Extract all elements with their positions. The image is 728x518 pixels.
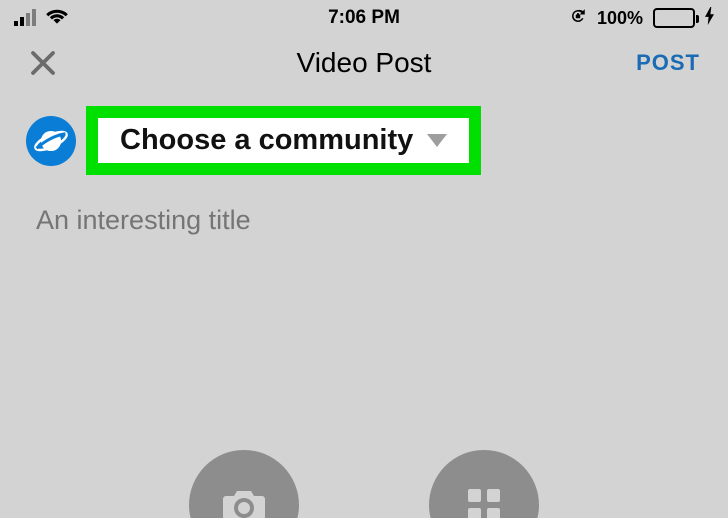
camera-icon <box>220 481 268 518</box>
battery-pct: 100% <box>597 8 643 29</box>
planet-icon <box>26 116 76 166</box>
title-placeholder: An interesting title <box>36 205 251 235</box>
battery-icon <box>653 8 695 28</box>
status-bar: 7:06 PM 100% <box>0 0 728 34</box>
grid-icon <box>460 481 508 518</box>
grid-button[interactable] <box>429 450 539 518</box>
community-dropdown[interactable]: Choose a community <box>86 106 481 175</box>
wifi-icon <box>46 7 68 30</box>
community-dropdown-label: Choose a community <box>120 124 413 157</box>
post-button[interactable]: POST <box>636 50 700 76</box>
rotation-lock-icon <box>569 7 587 30</box>
page-title: Video Post <box>297 47 432 79</box>
title-input[interactable]: An interesting title <box>0 185 728 240</box>
status-time: 7:06 PM <box>328 7 400 29</box>
status-right: 100% <box>569 7 714 30</box>
close-icon[interactable] <box>28 48 58 78</box>
community-row: Choose a community <box>0 96 728 185</box>
status-left <box>14 7 68 30</box>
chevron-down-icon <box>427 134 447 147</box>
charging-icon <box>705 7 714 30</box>
signal-icon <box>14 10 36 26</box>
camera-button[interactable] <box>189 450 299 518</box>
actions-row <box>0 450 728 518</box>
nav-bar: Video Post POST <box>0 34 728 96</box>
